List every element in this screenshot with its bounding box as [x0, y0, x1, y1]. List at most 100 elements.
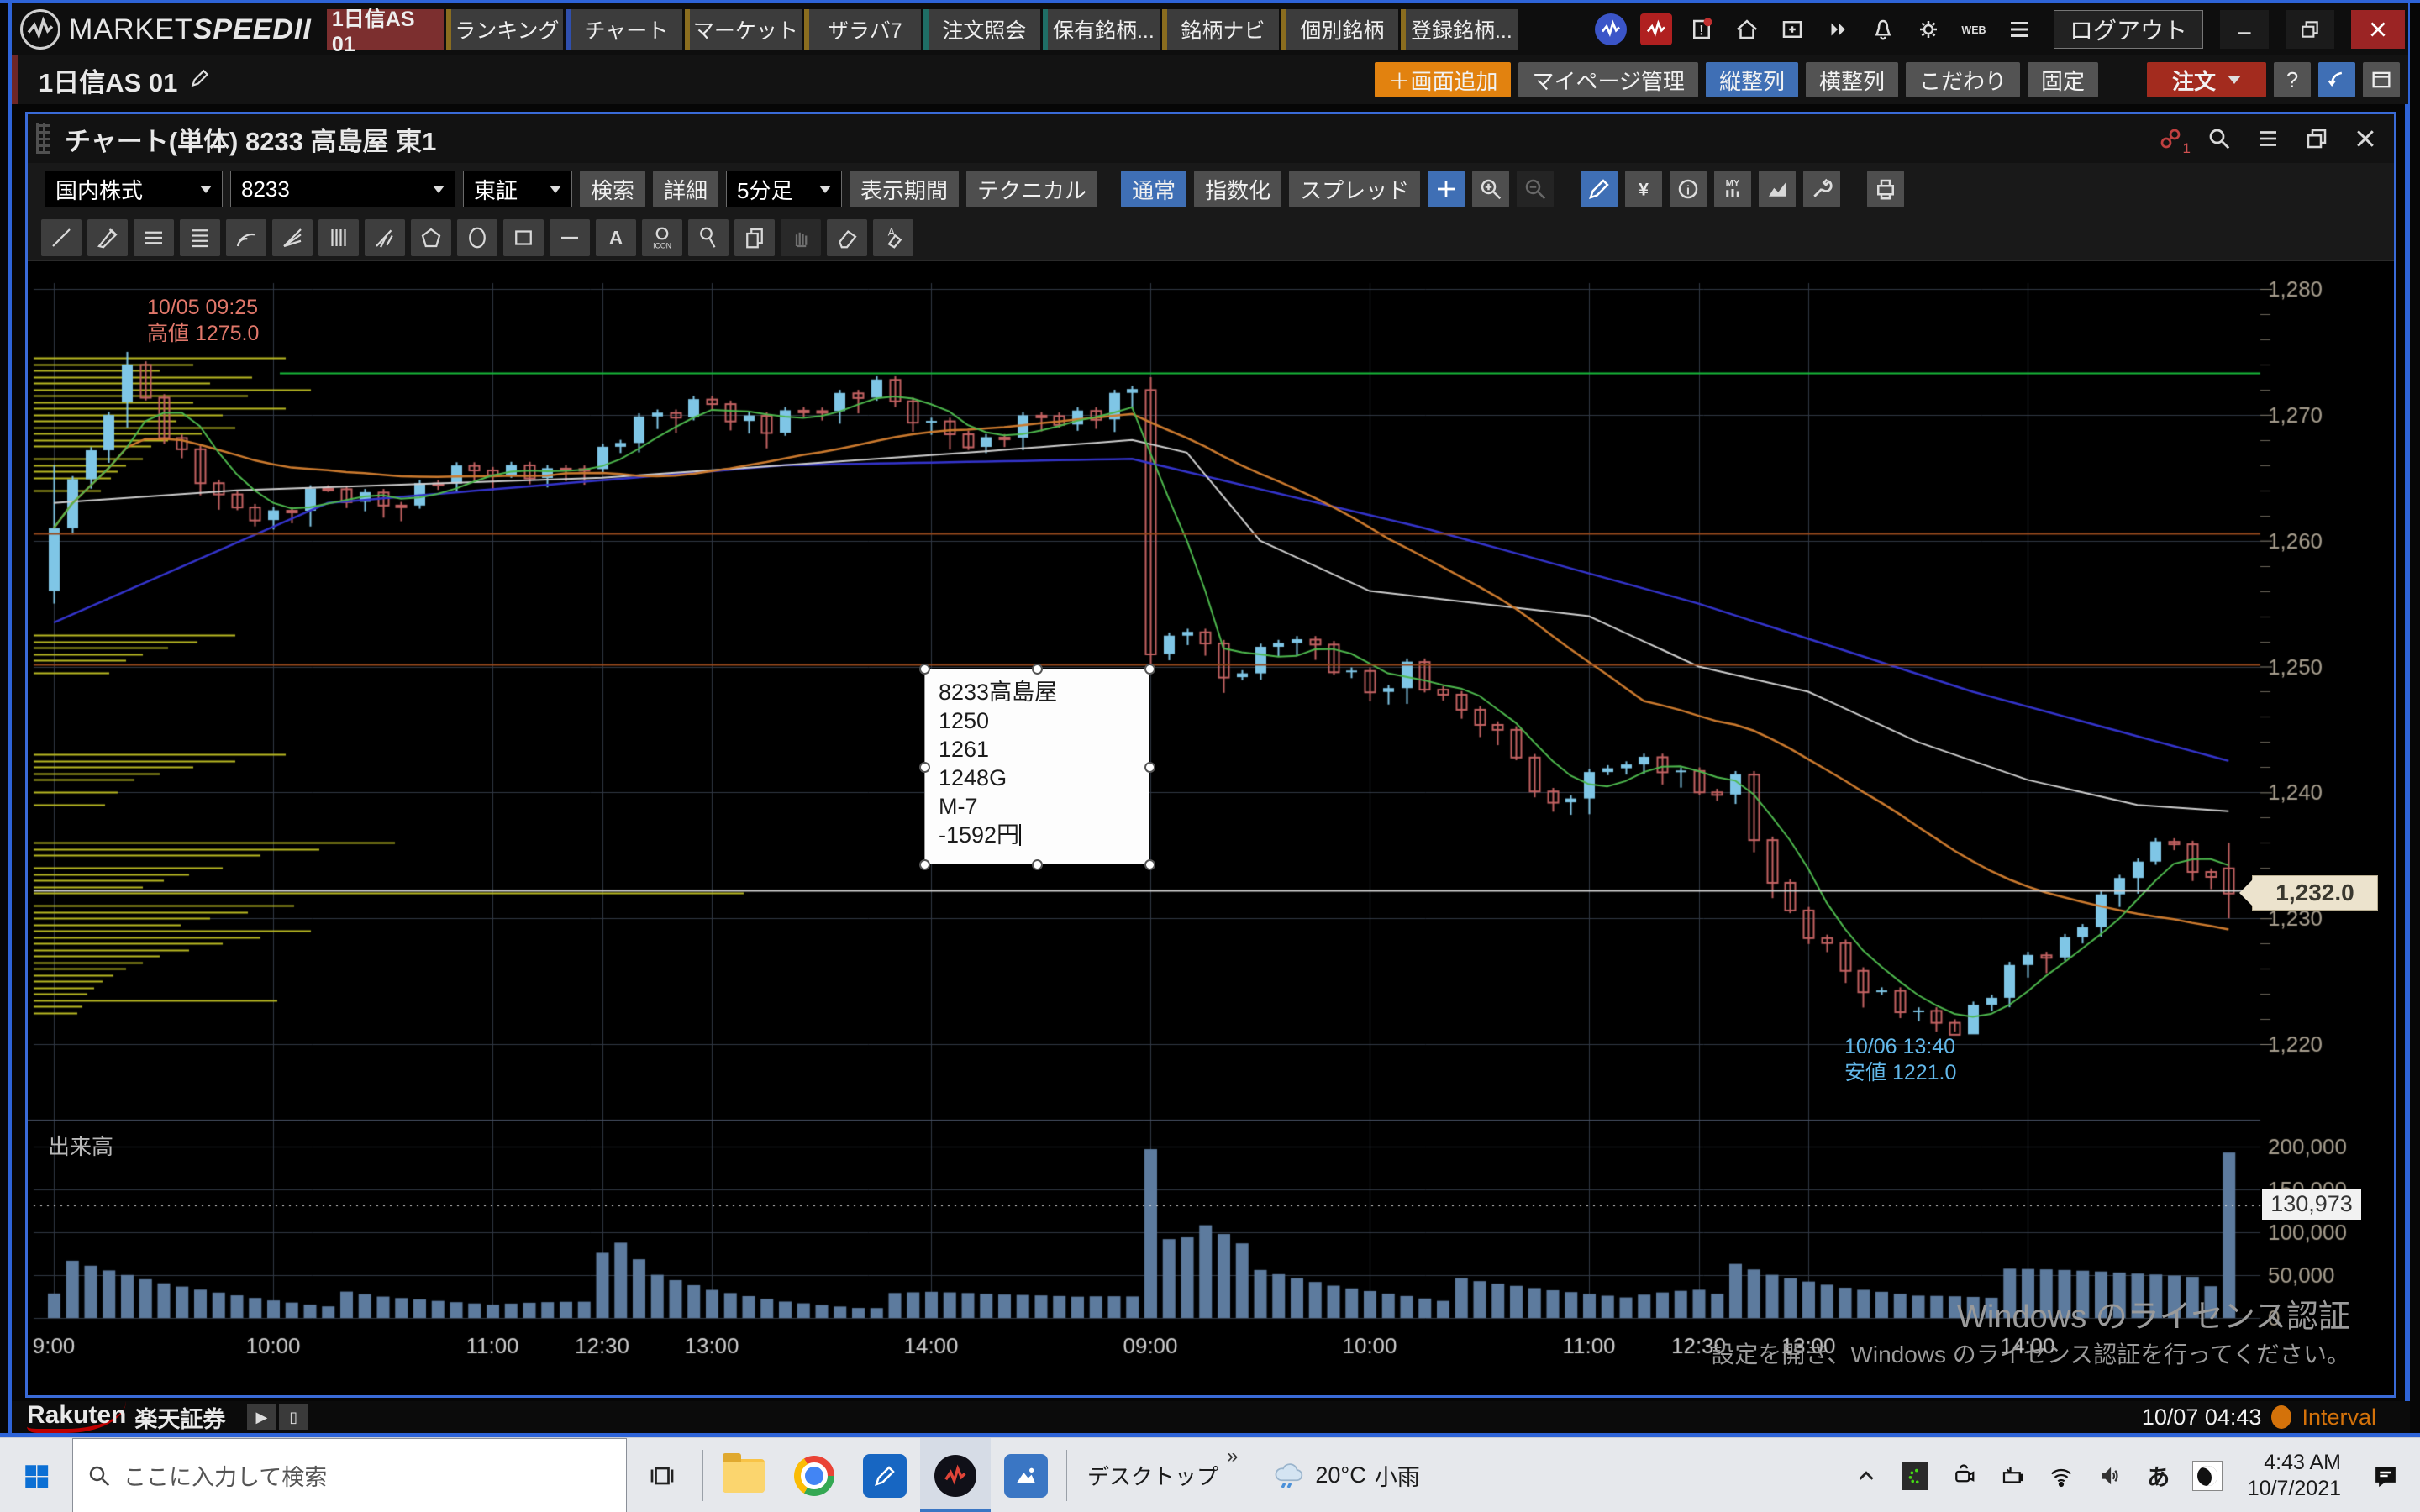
marketspeed-app-button[interactable] [920, 1438, 991, 1512]
market-select[interactable]: 国内株式 [45, 171, 223, 207]
stamp-icon[interactable]: ICON [642, 219, 682, 256]
action-center-button[interactable] [2360, 1462, 2412, 1489]
ticker-led-icon[interactable] [1893, 1462, 1937, 1490]
fan-lines-icon[interactable] [272, 219, 313, 256]
desktop-toolbar-label[interactable]: デスクトップ [1087, 1460, 1218, 1491]
help-button[interactable]: ? [2274, 62, 2311, 97]
resize-handle[interactable] [1032, 664, 1043, 675]
chart-area[interactable]: 10/05 09:25 高値 1275.0 10/06 13:40 安値 122… [28, 261, 2394, 1396]
resize-handle[interactable] [919, 762, 930, 773]
bell-icon[interactable] [1867, 13, 1899, 45]
main-tab-7[interactable]: 銘柄ナビ [1162, 9, 1279, 50]
technical-button[interactable]: テクニカル [966, 171, 1097, 207]
mypage-manage-button[interactable]: マイページ管理 [1518, 62, 1697, 97]
home-icon[interactable] [1731, 13, 1763, 45]
main-tab-9[interactable]: 登録銘柄... [1401, 9, 1518, 50]
layout-button[interactable]: ▯ [279, 1404, 308, 1430]
tray-expand-icon[interactable] [1844, 1463, 1888, 1488]
battery-icon[interactable] [1991, 1463, 2034, 1488]
main-tab-1[interactable]: ランキング [446, 9, 563, 50]
chart-note-box[interactable]: 8233高島屋125012611248GM-7-1592円 [924, 669, 1150, 864]
wifi-icon[interactable] [2039, 1463, 2083, 1488]
weather-widget[interactable]: 20°C 小雨 [1253, 1438, 1438, 1512]
duplicate-icon[interactable] [734, 219, 775, 256]
gear-icon[interactable] [1912, 13, 1944, 45]
symbol-code-input[interactable]: 8233 [230, 171, 455, 207]
start-button[interactable] [0, 1438, 72, 1512]
resize-handle[interactable] [919, 664, 930, 675]
file-explorer-button[interactable] [708, 1438, 779, 1512]
vlines-icon[interactable] [318, 219, 359, 256]
chrome-button[interactable] [779, 1438, 850, 1512]
main-tab-5[interactable]: 注文照会 [923, 9, 1040, 50]
main-tab-0[interactable]: 1日信AS 01 [327, 9, 444, 50]
my-chart-button[interactable]: MY [1714, 171, 1751, 207]
close-button[interactable] [2351, 10, 2405, 49]
chart-red-icon[interactable] [1640, 13, 1672, 45]
info-button[interactable]: i [1670, 171, 1707, 207]
expand-button[interactable]: ▶ [247, 1404, 276, 1430]
fib-arcs-icon[interactable] [226, 219, 266, 256]
fixed-button[interactable]: 固定 [2028, 62, 2098, 97]
resize-handle[interactable] [1144, 859, 1155, 870]
search-button[interactable]: 検索 [580, 171, 645, 207]
detail-button[interactable]: 詳細 [653, 171, 718, 207]
yen-display-button[interactable]: ¥ [1625, 171, 1662, 207]
popout-button[interactable] [2363, 62, 2400, 97]
panel-restore-icon[interactable] [2302, 123, 2332, 154]
ime-mode-indicator[interactable]: あ [2137, 1459, 2181, 1492]
minimize-button[interactable] [2220, 10, 2269, 49]
main-tab-4[interactable]: ザラバ7 [804, 9, 921, 50]
kodawari-button[interactable]: こだわり [1906, 62, 2020, 97]
main-tab-8[interactable]: 個別銘柄 [1281, 9, 1398, 50]
settings-wrench-button[interactable] [1803, 171, 1840, 207]
window-add-icon[interactable] [1776, 13, 1808, 45]
logout-button[interactable]: ログアウト [2054, 10, 2203, 49]
main-tab-6[interactable]: 保有銘柄... [1043, 9, 1160, 50]
chart-blue-icon[interactable] [1595, 13, 1627, 45]
spread-mode-button[interactable]: スプレッド [1289, 171, 1420, 207]
print-button[interactable] [1867, 171, 1904, 207]
desktop-toolbar[interactable]: デスクトップ » [1072, 1438, 1253, 1512]
add-screen-button[interactable]: ＋画面追加 [1375, 62, 1511, 97]
hatch-pencil-icon[interactable] [87, 219, 128, 256]
period-button[interactable]: 表示期間 [850, 171, 959, 207]
mouse-utility-icon[interactable] [2186, 1461, 2229, 1491]
panel-menu-icon[interactable] [2253, 123, 2283, 154]
pointer-icon[interactable] [688, 219, 729, 256]
resize-handle[interactable] [919, 859, 930, 870]
photos-app-button[interactable] [991, 1438, 1061, 1512]
hlines3-icon[interactable] [134, 219, 174, 256]
taskbar-clock[interactable]: 4:43 AM 10/7/2021 [2234, 1450, 2354, 1502]
zoom-in-button[interactable] [1472, 171, 1509, 207]
chevrons-icon[interactable]: » [1227, 1445, 1238, 1468]
panel-search-icon[interactable] [2204, 123, 2234, 154]
exchange-select[interactable]: 東証 [463, 171, 572, 207]
link-group-icon[interactable]: 1 [2155, 123, 2186, 154]
indexed-mode-button[interactable]: 指数化 [1194, 171, 1281, 207]
crosshair-button[interactable] [1428, 171, 1465, 207]
resize-handle[interactable] [1032, 859, 1043, 870]
alert-icon[interactable]: ! [1686, 13, 1718, 45]
chart-panel-titlebar[interactable]: チャート(単体) 8233 高島屋 東1 1 [28, 114, 2394, 163]
order-button[interactable]: 注文 [2147, 62, 2266, 97]
media-icon[interactable] [1822, 13, 1854, 45]
resize-handle[interactable] [1144, 762, 1155, 773]
trendline-icon[interactable] [41, 219, 82, 256]
task-view-button[interactable] [627, 1438, 697, 1512]
hlines4-icon[interactable] [180, 219, 220, 256]
main-tab-3[interactable]: マーケット [685, 9, 802, 50]
draw-pencil-button[interactable] [1581, 171, 1618, 207]
menu-icon[interactable] [2003, 13, 2035, 45]
ellipse-icon[interactable] [457, 219, 497, 256]
drag-handle-icon[interactable] [36, 123, 50, 154]
panel-close-icon[interactable] [2350, 123, 2381, 154]
pentagon-icon[interactable] [411, 219, 451, 256]
vertical-align-button[interactable]: 縦整列 [1706, 62, 1798, 97]
edit-workspace-icon[interactable] [189, 67, 211, 93]
hand-icon[interactable] [781, 219, 821, 256]
text-icon[interactable]: A [596, 219, 636, 256]
main-tab-2[interactable]: チャート [566, 9, 682, 50]
normal-mode-button[interactable]: 通常 [1121, 171, 1186, 207]
restore-button[interactable] [2286, 10, 2334, 49]
